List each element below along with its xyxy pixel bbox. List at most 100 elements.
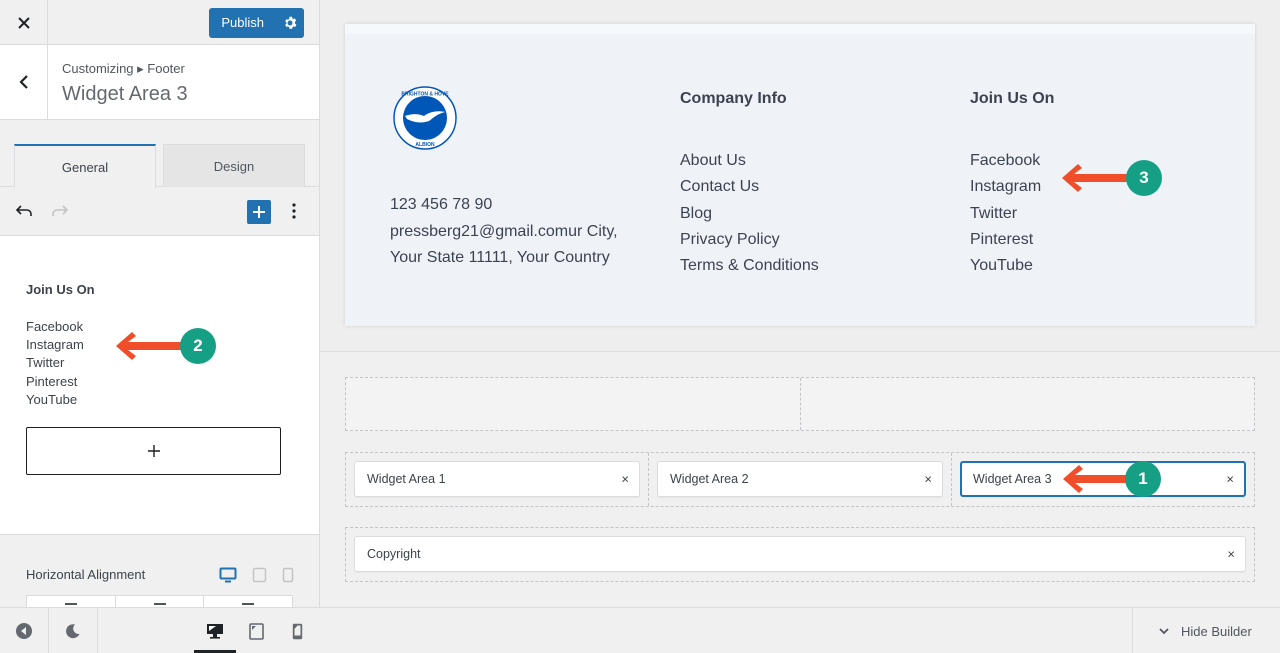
footer-link[interactable]: Terms & Conditions (680, 253, 819, 279)
preview-desktop-button[interactable] (194, 608, 236, 653)
join-us-links: Facebook Instagram Twitter Pinterest You… (970, 148, 1041, 279)
builder-item-label: Copyright (367, 547, 421, 561)
join-us-title: Join Us On (970, 90, 1055, 107)
remove-item-icon[interactable]: × (1226, 472, 1234, 487)
plus-icon (253, 206, 265, 218)
hide-builder-button[interactable]: Hide Builder (1132, 608, 1280, 653)
plus-icon (147, 445, 160, 457)
publish-group: Publish (209, 8, 304, 38)
mobile-icon (282, 567, 294, 583)
logo-text-top: BRIGHTON & HOVE (401, 92, 449, 98)
redo-button[interactable] (50, 201, 70, 221)
align-center-icon (153, 603, 166, 605)
hide-builder-label: Hide Builder (1181, 623, 1252, 639)
builder-item-label: Widget Area 1 (367, 472, 446, 486)
builder-footer-bar: Hide Builder (320, 607, 1280, 653)
preview-mobile-button[interactable] (276, 608, 318, 653)
social-link[interactable]: Twitter (970, 201, 1041, 227)
back-button[interactable] (0, 45, 48, 119)
undo-button[interactable] (14, 201, 34, 221)
publish-button[interactable]: Publish (209, 8, 276, 38)
builder-item-widget-area-1[interactable]: Widget Area 1 × (354, 461, 640, 497)
align-right-icon (242, 603, 255, 605)
add-block-button[interactable] (247, 200, 271, 224)
editor-list-item[interactable]: Instagram (26, 336, 84, 354)
logo-text-bottom: ALBION (415, 142, 435, 148)
tab-general[interactable]: General (14, 144, 156, 188)
publish-settings-button[interactable] (276, 8, 304, 38)
remove-item-icon[interactable]: × (1227, 547, 1235, 562)
annotation-badge: 2 (180, 328, 216, 364)
divider (97, 608, 98, 653)
footer-link[interactable]: Privacy Policy (680, 227, 819, 253)
tab-design[interactable]: Design (163, 144, 305, 187)
preview-tablet-button[interactable] (236, 608, 276, 653)
breadcrumb: Customizing ▸ Footer (62, 61, 185, 76)
editor-list-item[interactable]: Facebook (26, 318, 84, 336)
remove-item-icon[interactable]: × (621, 472, 629, 487)
editor-list-item[interactable]: Twitter (26, 354, 84, 372)
section-header: Customizing ▸ Footer Widget Area 3 (0, 45, 319, 120)
horizontal-alignment-label: Horizontal Alignment (26, 567, 146, 582)
responsive-mobile-button[interactable] (282, 567, 294, 583)
block-editor: Join Us On Facebook Instagram Twitter Pi… (0, 236, 319, 535)
desktop-icon (207, 624, 223, 639)
builder-column[interactable]: Widget Area 2 × (648, 453, 951, 506)
annotation-1: 1 (1061, 461, 1161, 497)
social-link[interactable]: Instagram (970, 174, 1041, 200)
close-customizer-button[interactable] (0, 0, 48, 45)
builder-column[interactable] (346, 378, 800, 430)
desktop-icon (219, 567, 237, 583)
editor-list[interactable]: Facebook Instagram Twitter Pinterest You… (26, 318, 84, 409)
dark-mode-toggle[interactable] (49, 608, 97, 653)
section-title: Widget Area 3 (62, 83, 188, 105)
social-link[interactable]: YouTube (970, 253, 1041, 279)
responsive-tablet-button[interactable] (252, 567, 270, 583)
footer-link[interactable]: Blog (680, 201, 819, 227)
annotation-badge: 3 (1126, 160, 1162, 196)
company-info-links: About Us Contact Us Blog Privacy Policy … (680, 148, 819, 279)
mobile-icon (292, 623, 302, 639)
more-options-button[interactable] (284, 201, 304, 221)
editor-heading[interactable]: Join Us On (26, 282, 95, 297)
collapse-icon (16, 623, 32, 639)
customizer-topbar: Publish (0, 0, 319, 45)
remove-item-icon[interactable]: × (924, 472, 932, 487)
sidebar-footer-bar (0, 607, 320, 653)
builder-item-label: Widget Area 3 (973, 472, 1052, 486)
undo-icon (15, 205, 32, 216)
brand-logo[interactable]: BRIGHTON & HOVE ALBION (393, 86, 457, 150)
tablet-icon (248, 622, 264, 640)
align-left-icon (64, 603, 77, 605)
block-toolbar (0, 187, 319, 236)
social-link[interactable]: Facebook (970, 148, 1041, 174)
editor-list-item[interactable]: YouTube (26, 391, 84, 409)
contact-info: 123 456 78 90 pressberg21@gmail.comur Ci… (390, 192, 618, 272)
responsive-desktop-button[interactable] (219, 567, 237, 583)
annotation-2: 2 (114, 328, 216, 364)
editor-list-item[interactable]: Pinterest (26, 373, 84, 391)
arrow-left-icon (1062, 164, 1134, 192)
footer-link[interactable]: Contact Us (680, 174, 819, 200)
annotation-badge: 1 (1125, 461, 1161, 497)
arrow-left-icon (1063, 465, 1133, 493)
chevron-down-icon (1159, 627, 1169, 634)
gear-icon (285, 16, 297, 29)
redo-icon (52, 205, 69, 216)
builder-row-bottom: Copyright × (345, 527, 1255, 582)
block-appender-button[interactable] (26, 427, 281, 475)
social-link[interactable]: Pinterest (970, 227, 1041, 253)
builder-item-copyright[interactable]: Copyright × (354, 536, 1246, 572)
contact-email-address: pressberg21@gmail.comur City, (390, 222, 618, 240)
collapse-sidebar-button[interactable] (0, 608, 48, 653)
company-info-title: Company Info (680, 90, 787, 107)
builder-column[interactable] (799, 378, 1255, 430)
contact-address: Your State 11111, Your Country (390, 249, 610, 266)
builder-column[interactable]: Widget Area 1 × (346, 453, 648, 506)
builder-item-widget-area-2[interactable]: Widget Area 2 × (657, 461, 943, 497)
close-icon (17, 16, 30, 29)
builder-row-top[interactable] (345, 377, 1255, 431)
footer-link[interactable]: About Us (680, 148, 819, 174)
builder-item-label: Widget Area 2 (670, 472, 749, 486)
customizer-sidebar: Publish Customizing ▸ Footer Widget Area… (0, 0, 320, 653)
